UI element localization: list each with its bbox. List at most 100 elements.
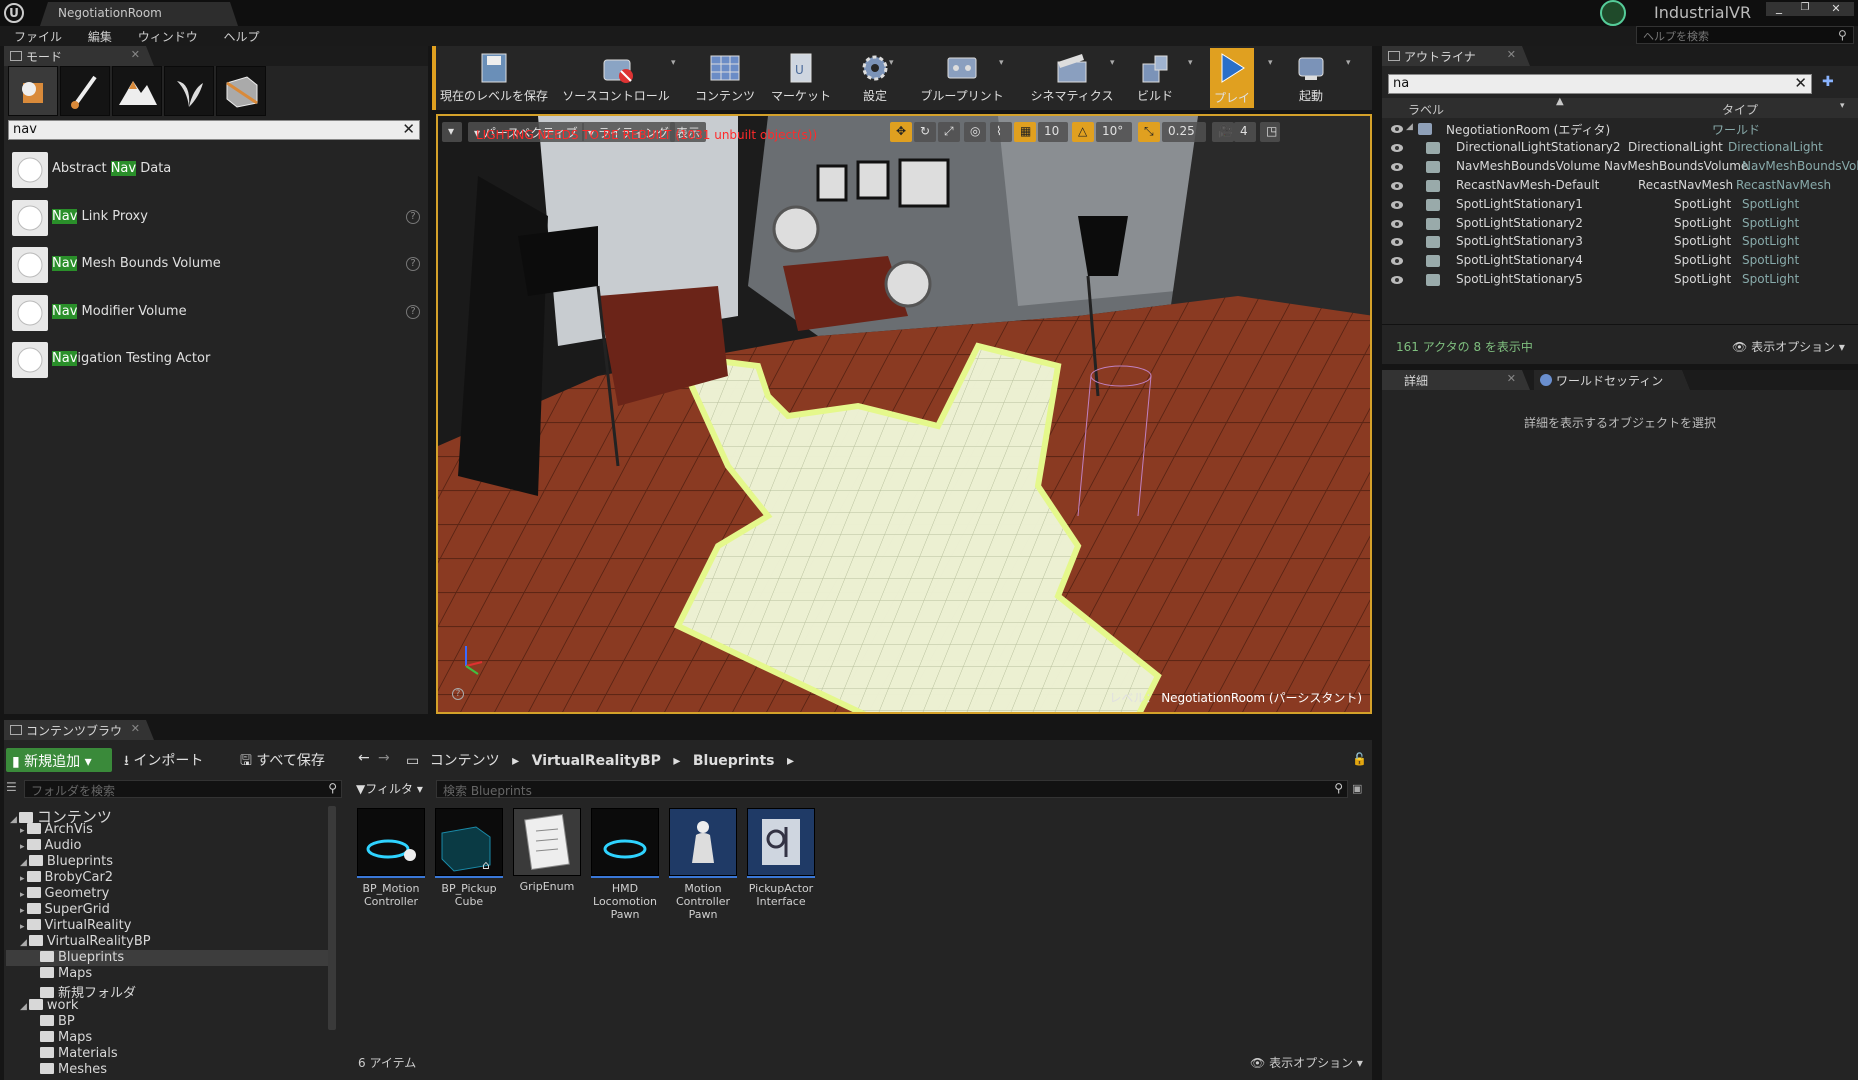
folder-item[interactable]: ▸ SuperGrid [6, 902, 336, 918]
rotate-tool-button[interactable]: ↻ [914, 122, 936, 142]
grid-size-dropdown[interactable]: 10 [1038, 122, 1068, 142]
collapse-arrow-icon[interactable]: ◢ [20, 858, 27, 868]
help-search-input[interactable]: ヘルプを検索 [1636, 26, 1854, 44]
tab-outliner[interactable]: アウトライナ ✕ [1382, 46, 1530, 66]
expand-arrow-icon[interactable]: ▸ [20, 842, 25, 852]
content-button[interactable]: コンテンツ [688, 48, 762, 106]
expand-arrow-icon[interactable]: ▸ [20, 890, 25, 900]
scale-snap-icon[interactable]: ⤡ [1138, 122, 1160, 142]
outliner-row[interactable]: SpotLightStationary2 SpotLight SpotLight [1382, 215, 1858, 233]
folder-item[interactable]: ▸ Audio [6, 838, 336, 854]
expand-arrow-icon[interactable]: ▸ [20, 922, 25, 932]
chevron-right-icon[interactable]: ▸ [787, 753, 794, 769]
level-viewport[interactable]: ▾ ▾ パースペクティブ ▾ ライティング 表示 LIGHTING NEEDS … [436, 114, 1372, 714]
modes-search-input[interactable]: nav ✕ [8, 120, 420, 140]
settings-dropdown[interactable]: ▾ [889, 58, 897, 98]
outliner-settings-icon[interactable]: ✚ [1822, 74, 1852, 94]
viewport-options-dropdown[interactable]: ▾ [442, 122, 462, 142]
placeable-actor-item[interactable]: Nav Link Proxy? [10, 196, 424, 240]
folder-item[interactable]: ▸ ArchVis [6, 822, 336, 838]
forward-button[interactable]: → [378, 750, 390, 766]
rotation-snap-icon[interactable]: △ [1072, 122, 1094, 142]
tab-details[interactable]: 詳細 ✕ [1382, 370, 1530, 390]
asset-tile[interactable]: ⌂ BP_Pickup Cube [434, 808, 504, 908]
menu-help[interactable]: ヘルプ [224, 28, 260, 45]
folder-item[interactable]: BP [6, 1014, 336, 1030]
maximize-viewport-icon[interactable]: ◳ [1260, 122, 1280, 142]
minimize-button[interactable]: _ [1766, 1, 1792, 16]
asset-tile[interactable]: PickupActor Interface [746, 808, 816, 908]
folder-item[interactable]: ◢ Blueprints [6, 854, 336, 870]
visibility-eye-icon[interactable] [1390, 236, 1404, 247]
asset-tile[interactable]: GripEnum [512, 808, 582, 893]
visibility-eye-icon[interactable] [1390, 274, 1404, 285]
help-icon[interactable]: ? [406, 257, 420, 271]
visibility-eye-icon[interactable] [1390, 161, 1404, 171]
visibility-eye-icon[interactable] [1390, 255, 1404, 266]
camera-speed-dropdown[interactable]: 4 [1234, 122, 1256, 142]
help-icon[interactable]: ? [406, 209, 420, 224]
build-dropdown[interactable]: ▾ [1188, 58, 1196, 98]
outliner-view-options[interactable]: 👁 表示オプション ▾ [1732, 338, 1845, 355]
tab-content-browser[interactable]: コンテンツブラウ ✕ [4, 720, 154, 740]
folder-item[interactable]: Maps [6, 1030, 336, 1046]
breadcrumb-item[interactable]: Blueprints [693, 753, 775, 769]
mode-geometry-button[interactable] [216, 66, 266, 116]
close-tab-icon[interactable]: ✕ [1507, 372, 1516, 385]
tab-modes[interactable]: モード ✕ [4, 46, 154, 66]
menu-file[interactable]: ファイル [14, 28, 62, 45]
chevron-right-icon[interactable]: ▸ [673, 753, 680, 769]
placeable-actor-item[interactable]: Navigation Testing Actor [10, 338, 424, 382]
maximize-button[interactable]: ❐ [1792, 2, 1818, 16]
outliner-row[interactable]: ◢ NegotiationRoom (エディタ) ワールド [1382, 120, 1858, 138]
lock-icon[interactable]: 🔓 [1352, 752, 1367, 766]
clear-search-icon[interactable]: ✕ [1794, 74, 1807, 92]
menu-window[interactable]: ウィンドウ [138, 28, 198, 45]
outliner-row[interactable]: SpotLightStationary5 SpotLight SpotLight [1382, 271, 1858, 289]
blueprints-dropdown[interactable]: ▾ [999, 58, 1007, 98]
asset-tile[interactable]: Motion Controller Pawn [668, 808, 738, 921]
build-button[interactable]: ビルド [1128, 48, 1182, 106]
world-local-icon[interactable]: ◎ [964, 122, 986, 142]
chevron-right-icon[interactable]: ▸ [512, 753, 519, 769]
close-tab-icon[interactable]: ✕ [131, 48, 140, 61]
filter-button[interactable]: ▼フィルタ ▾ [356, 780, 423, 797]
outliner-row[interactable]: RecastNavMesh-Default RecastNavMesh Recast… [1382, 177, 1858, 195]
rotation-snap-dropdown[interactable]: 10° [1096, 122, 1132, 142]
outliner-row[interactable]: SpotLightStationary4 SpotLight SpotLight [1382, 252, 1858, 270]
content-view-options[interactable]: 👁 表示オプション ▾ [1250, 1054, 1363, 1071]
save-all-button[interactable]: 🖫 すべて保存 [240, 750, 325, 774]
outliner-row[interactable]: SpotLightStationary1 SpotLight SpotLight [1382, 196, 1858, 214]
grid-snap-icon[interactable]: ▦ [1014, 122, 1036, 142]
outliner-row[interactable]: NavMeshBoundsVolume NavMeshBoundsVolume Na… [1382, 158, 1858, 176]
breadcrumb-item[interactable]: VirtualRealityBP [532, 753, 661, 769]
collapse-arrow-icon[interactable]: ◢ [20, 1002, 27, 1012]
expand-arrow-icon[interactable]: ▸ [20, 826, 25, 836]
asset-search-input[interactable]: 検索 Blueprints ⚲ [436, 780, 1348, 798]
menu-edit[interactable]: 編集 [88, 28, 112, 45]
folder-item[interactable]: 新規フォルダ [6, 982, 336, 1001]
translate-tool-button[interactable]: ✥ [890, 122, 912, 142]
help-icon[interactable]: ? [406, 304, 420, 319]
source-control-dropdown[interactable]: ▾ [671, 58, 679, 98]
cinematics-button[interactable]: シネマティクス [1020, 48, 1124, 106]
visibility-eye-icon[interactable] [1390, 199, 1404, 209]
visibility-eye-icon[interactable] [1390, 218, 1404, 228]
asset-tile[interactable]: BP_Motion Controller [356, 808, 426, 908]
folder-item[interactable]: ◢ コンテンツ [6, 806, 336, 826]
expand-arrow-icon[interactable]: ▸ [20, 906, 25, 916]
close-tab-icon[interactable]: ✕ [131, 722, 140, 735]
help-icon[interactable]: ? [452, 688, 464, 700]
visibility-eye-icon[interactable] [1390, 180, 1404, 190]
expand-arrow-icon[interactable]: ◢ [1406, 122, 1413, 132]
clear-search-icon[interactable]: ✕ [402, 120, 415, 138]
expand-arrow-icon[interactable]: ▸ [20, 874, 25, 884]
mode-paint-button[interactable] [60, 66, 110, 116]
back-button[interactable]: ← [358, 750, 370, 766]
import-button[interactable]: ⭳ インポート [124, 750, 203, 774]
play-dropdown[interactable]: ▾ [1268, 58, 1276, 98]
folder-item[interactable]: ▸ Geometry [6, 886, 336, 902]
tab-world-settings[interactable]: ワールドセッティン [1534, 370, 1690, 390]
marketplace-button[interactable]: U マーケット [764, 48, 838, 106]
surface-snap-icon[interactable]: ⌇ [990, 122, 1012, 142]
